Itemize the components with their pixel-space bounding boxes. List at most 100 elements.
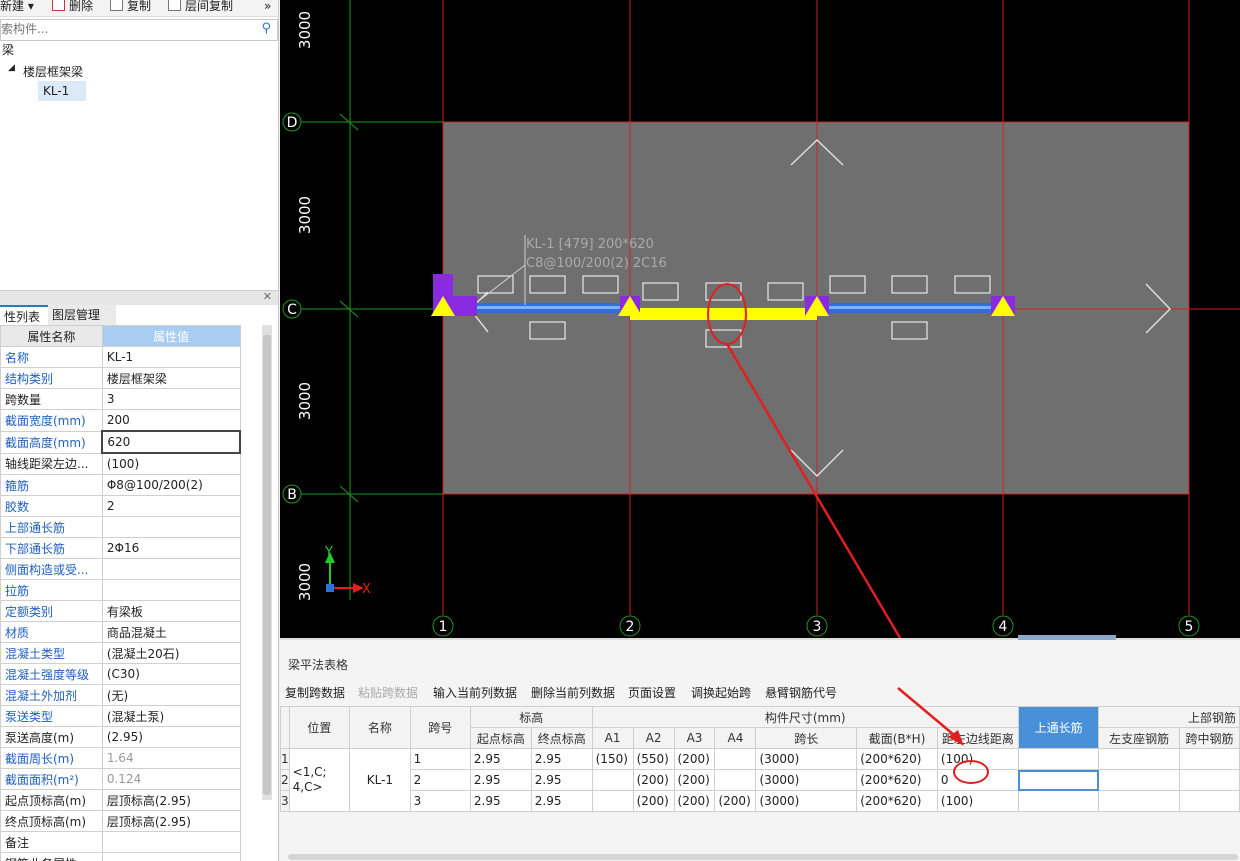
delete-button[interactable]: 删除: [52, 0, 93, 14]
search-input[interactable]: [1, 20, 241, 38]
property-value[interactable]: 1.64: [101, 747, 241, 769]
component-search: ⚲: [0, 19, 278, 41]
property-row[interactable]: 混凝土强度等级 (C30): [0, 663, 241, 685]
property-row[interactable]: 材质 商品混凝土: [0, 621, 241, 643]
property-row[interactable]: 混凝土类型 (混凝土20石): [0, 642, 241, 664]
property-value[interactable]: 有梁板: [101, 600, 241, 622]
table-horizontal-scrollbar[interactable]: [288, 854, 1238, 860]
beam-label-rebar[interactable]: C8@100/200(2) 2C16: [526, 256, 667, 271]
property-value[interactable]: (2.95): [101, 726, 241, 748]
property-name: 材质: [0, 621, 103, 643]
property-value[interactable]: 2: [101, 495, 241, 517]
property-value[interactable]: 层顶标高(2.95): [101, 789, 241, 811]
search-icon[interactable]: ⚲: [261, 21, 271, 36]
property-value[interactable]: (无): [101, 684, 241, 706]
tab-properties[interactable]: 性列表: [0, 305, 52, 327]
coord-origin: [326, 584, 334, 592]
axis-bubble-d[interactable]: D: [282, 112, 302, 132]
property-row[interactable]: 胶数 2: [0, 495, 241, 517]
tree-item-kl1[interactable]: KL-1: [43, 84, 69, 98]
property-value[interactable]: [101, 516, 241, 538]
axis-bubble-c[interactable]: C: [282, 299, 302, 319]
axis-bubble-3[interactable]: 3: [806, 615, 828, 637]
property-row[interactable]: 定额类别 有梁板: [0, 600, 241, 622]
drawing-svg[interactable]: 3000 3000 3000 3000 D C B 1 2 3 4 5 KL-1…: [280, 0, 1240, 638]
annotation-arrow-continued: [897, 687, 961, 741]
component-toolbar: 新建 ▾ 删除 复制 层间复制 »: [0, 0, 278, 17]
property-row[interactable]: 截面宽度(mm) 200: [0, 409, 241, 432]
prop-header-value: 属性值: [101, 325, 241, 347]
property-row[interactable]: 钢筋业务属性: [0, 852, 241, 861]
drawing-canvas[interactable]: 3000 3000 3000 3000 D C B 1 2 3 4 5 KL-1…: [280, 0, 1240, 638]
property-row[interactable]: 轴线距梁左边... (100): [0, 452, 241, 475]
property-value[interactable]: [101, 831, 241, 853]
property-value[interactable]: 620: [101, 430, 241, 454]
property-row[interactable]: 截面高度(mm) 620: [0, 430, 241, 454]
property-row[interactable]: 箍筋 Φ8@100/200(2): [0, 474, 241, 496]
tree-collapse-icon[interactable]: ◢: [8, 63, 15, 73]
property-row[interactable]: 拉筋: [0, 579, 241, 601]
property-value[interactable]: 200: [101, 409, 241, 432]
dim-label: 3000: [296, 196, 314, 234]
property-value[interactable]: 楼层框架梁: [101, 367, 241, 389]
axis-bubble-1[interactable]: 1: [432, 615, 454, 637]
property-row[interactable]: 混凝土外加剂 (无): [0, 684, 241, 706]
close-icon[interactable]: ✕: [263, 290, 272, 303]
property-value[interactable]: 0.124: [101, 768, 241, 790]
property-value[interactable]: [101, 579, 241, 601]
property-row[interactable]: 备注: [0, 831, 241, 853]
property-row[interactable]: 下部通长筋 2Φ16: [0, 537, 241, 559]
property-row[interactable]: 截面面积(m²) 0.124: [0, 768, 241, 790]
property-row[interactable]: 截面周长(m) 1.64: [0, 747, 241, 769]
property-row[interactable]: 跨数量 3: [0, 388, 241, 410]
delete-icon: [52, 0, 65, 11]
property-value[interactable]: (混凝土泵): [101, 705, 241, 727]
property-row[interactable]: 终点顶标高(m) 层顶标高(2.95): [0, 810, 241, 832]
copy-button[interactable]: 复制: [110, 0, 151, 14]
property-row[interactable]: 侧面构造或受...: [0, 558, 241, 580]
property-row[interactable]: 起点顶标高(m) 层顶标高(2.95): [0, 789, 241, 811]
tree-root-beam[interactable]: 梁: [2, 41, 14, 58]
beam-span-3-centerline: [817, 306, 1003, 309]
beam-span-2-selected[interactable]: [630, 308, 817, 320]
floor-copy-button[interactable]: 层间复制: [168, 0, 233, 14]
dim-label: 3000: [296, 382, 314, 420]
panel-splitter[interactable]: ✕: [0, 290, 278, 305]
property-value[interactable]: (C30): [101, 663, 241, 685]
axis-label: 1: [439, 619, 448, 635]
property-row[interactable]: 泵送类型 (混凝土泵): [0, 705, 241, 727]
property-value[interactable]: 3: [101, 388, 241, 410]
property-value[interactable]: 商品混凝土: [101, 621, 241, 643]
property-row[interactable]: 泵送高度(m) (2.95): [0, 726, 241, 748]
dim-label: 3000: [296, 11, 314, 49]
axis-bubble-5[interactable]: 5: [1178, 615, 1200, 637]
property-value[interactable]: Φ8@100/200(2): [101, 474, 241, 496]
property-row[interactable]: 上部通长筋: [0, 516, 241, 538]
axis-bubble-4[interactable]: 4: [992, 615, 1014, 637]
toolbar-more-button[interactable]: »: [264, 0, 271, 14]
component-panel: 新建 ▾ 删除 复制 层间复制 » ⚲ 梁 ◢ 楼层框架梁 KL-1 ✕ 性列表…: [0, 0, 279, 861]
coord-y-label: Y: [324, 545, 333, 560]
beam-table-panel: 梁平法表格 复制跨数据 粘贴跨数据 输入当前列数据 删除当前列数据 页面设置 调…: [280, 640, 1240, 861]
tree-group-frame-beam[interactable]: 楼层框架梁: [23, 63, 83, 80]
property-name: 备注: [0, 831, 103, 853]
tab-layers[interactable]: 图层管理: [48, 305, 116, 325]
axis-bubble-b[interactable]: B: [282, 484, 302, 504]
axis-bubble-2[interactable]: 2: [619, 615, 641, 637]
property-value[interactable]: (混凝土20石): [101, 642, 241, 664]
property-value[interactable]: 层顶标高(2.95): [101, 810, 241, 832]
new-button[interactable]: 新建 ▾: [0, 0, 34, 14]
property-value[interactable]: [101, 852, 241, 861]
property-value[interactable]: 2Φ16: [101, 537, 241, 559]
axis-label: B: [287, 487, 297, 503]
property-name: 起点顶标高(m): [0, 789, 103, 811]
property-row[interactable]: 结构类别 楼层框架梁: [0, 367, 241, 389]
property-row[interactable]: 名称 KL-1: [0, 346, 241, 368]
property-value[interactable]: [101, 558, 241, 580]
axis-label: 3: [813, 619, 822, 635]
axis-label: 4: [999, 619, 1008, 635]
beam-label-name[interactable]: KL-1 [479] 200*620: [526, 237, 654, 252]
property-value[interactable]: KL-1: [101, 346, 241, 368]
property-scrollbar-thumb[interactable]: [263, 335, 271, 795]
property-value[interactable]: (100): [101, 452, 241, 475]
